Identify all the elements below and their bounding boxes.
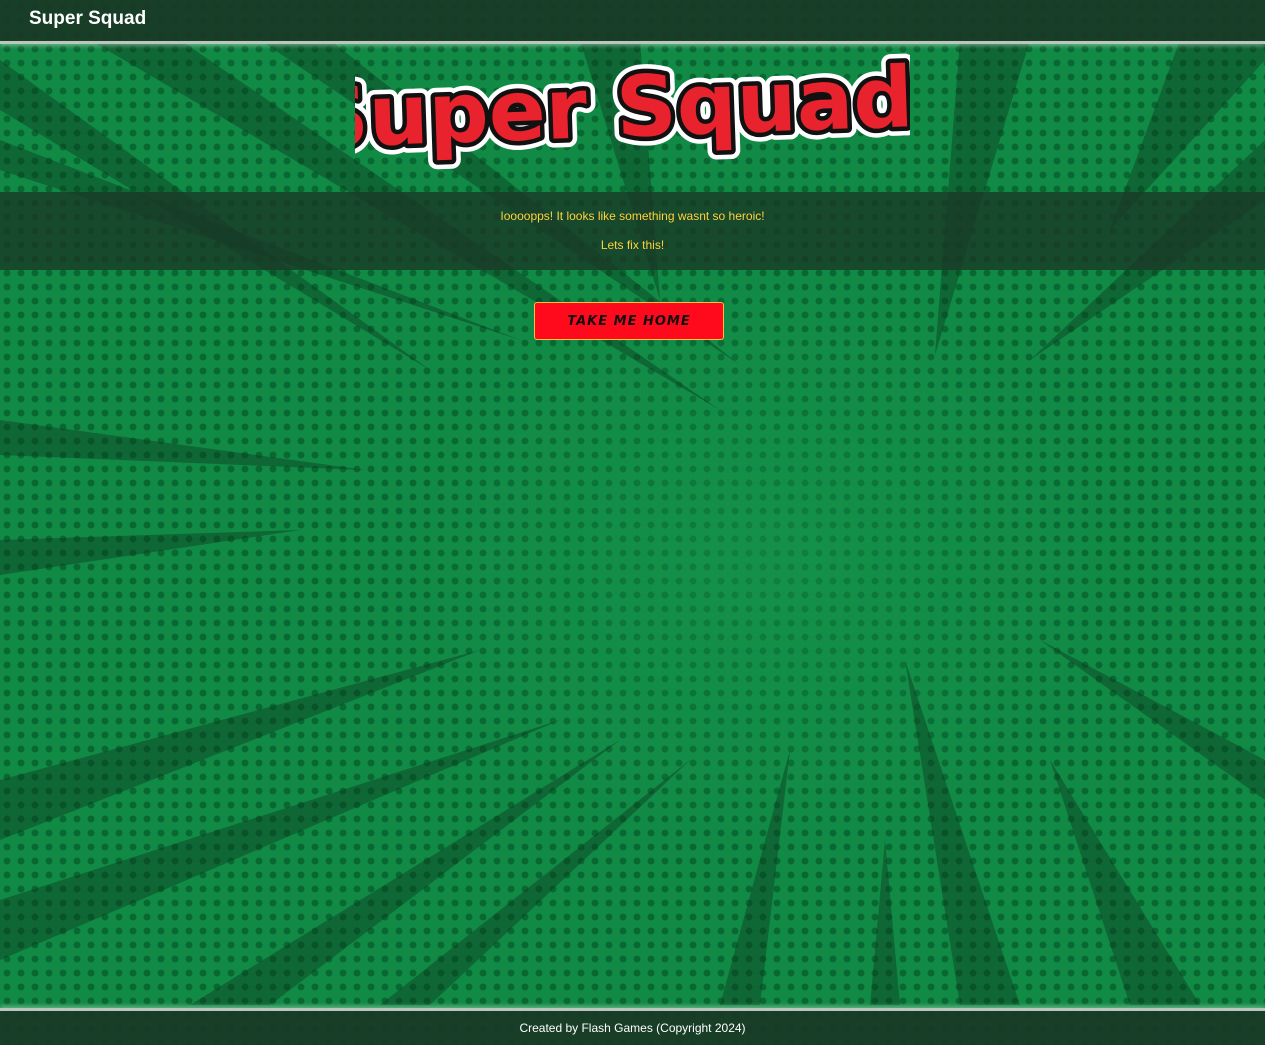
brand-link[interactable]: Super Squad (29, 8, 146, 30)
footer-copyright: Created by Flash Games (Copyright 2024) (519, 1021, 746, 1035)
top-navbar: Super Squad (0, 0, 1265, 44)
take-me-home-button[interactable]: Take me home (534, 302, 724, 340)
fix-message: Lets fix this! (600, 238, 665, 252)
logo-text: Super Squad! (355, 50, 910, 167)
footer: Created by Flash Games (Copyright 2024) (0, 1008, 1265, 1045)
error-message: Ioooopps! It looks like something wasnt … (500, 209, 765, 223)
error-message-banner: Ioooopps! It looks like something wasnt … (0, 192, 1265, 270)
super-squad-logo: Super Squad! Super Squad! Super Squad! (298, 38, 963, 176)
